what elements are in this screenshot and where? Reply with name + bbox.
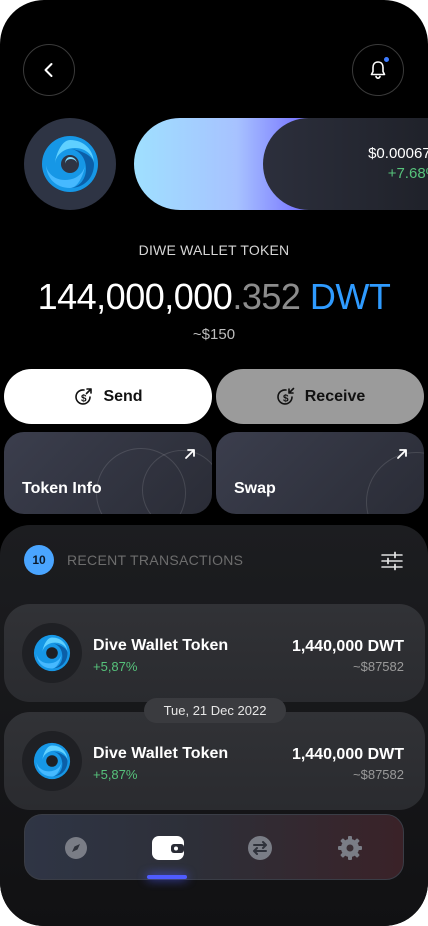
compass-icon: [65, 837, 87, 859]
balance-fiat-value: ~$150: [192, 326, 236, 343]
receive-label: Receive: [304, 387, 366, 405]
date-chip: Tue, 21 Dec 2022: [144, 698, 286, 723]
swap-tile[interactable]: Swap: [216, 432, 424, 514]
arrow-up-right-icon: [185, 449, 195, 459]
tab-swap[interactable]: [243, 831, 277, 865]
token-price-change: +7.68%: [387, 165, 428, 182]
transaction-amount: 1,440,000 DWT: [291, 638, 404, 655]
svg-text:$: $: [283, 393, 289, 404]
price-pill-inner: $0.000674 +7.68%: [263, 118, 428, 210]
token-price: $0.000674: [368, 145, 428, 162]
svg-text:$: $: [81, 393, 87, 404]
tab-settings[interactable]: [333, 831, 367, 865]
filter-sliders-icon[interactable]: [380, 550, 404, 572]
balance-decimal: .352: [232, 276, 301, 317]
transaction-name: Dive Wallet Token: [93, 637, 229, 654]
arrow-up-right-icon: [397, 449, 407, 459]
transaction-token-logo: [22, 731, 82, 791]
phone-screen: $0.000674 +7.68% DIWE WALLET TOKEN 144,0…: [0, 0, 428, 926]
send-coin-icon: $: [75, 387, 93, 405]
transaction-change: +5,87%: [93, 659, 138, 674]
price-pill: $0.000674 +7.68%: [134, 118, 428, 210]
receive-button[interactable]: $ Receive: [216, 369, 424, 424]
wallet-icon: [152, 836, 184, 860]
transactions-count-badge: 10: [24, 545, 54, 575]
token-info-tile[interactable]: Token Info: [4, 432, 212, 514]
swap-label: Swap: [234, 480, 276, 497]
tab-explore[interactable]: [59, 831, 93, 865]
send-button[interactable]: $ Send: [4, 369, 212, 424]
transaction-row[interactable]: Dive Wallet Token +5,87% 1,440,000 DWT ~…: [4, 712, 425, 810]
token-logo: [24, 118, 116, 210]
balance-symbol: DWT: [309, 276, 391, 317]
tab-bar: [24, 814, 404, 880]
back-button[interactable]: [23, 44, 75, 96]
transactions-title: RECENT TRANSACTIONS: [67, 552, 244, 568]
swirl-logo-icon: [42, 136, 98, 192]
chevron-left-icon: [44, 63, 53, 77]
transaction-token-logo: [22, 623, 82, 683]
token-name: DIWE WALLET TOKEN: [138, 242, 290, 258]
transaction-name: Dive Wallet Token: [93, 745, 229, 762]
transaction-amount: 1,440,000 DWT: [291, 746, 404, 763]
swirl-logo-icon: [33, 742, 71, 780]
tab-wallet[interactable]: [151, 831, 185, 865]
receive-coin-icon: $: [276, 387, 295, 405]
send-label: Send: [103, 387, 143, 405]
token-info-label: Token Info: [22, 480, 102, 497]
balance-integer: 144,000,000: [37, 276, 233, 317]
notifications-button[interactable]: [352, 44, 404, 96]
transaction-change: +5,87%: [93, 767, 138, 782]
gear-icon: [338, 836, 362, 860]
active-tab-indicator: [147, 875, 187, 879]
notification-dot: [383, 56, 390, 63]
transaction-fiat: ~$87582: [353, 659, 404, 674]
transaction-row[interactable]: Dive Wallet Token +5,87% 1,440,000 DWT ~…: [4, 604, 425, 702]
swirl-logo-icon: [33, 634, 71, 672]
swap-arrows-icon: [248, 836, 272, 860]
transaction-fiat: ~$87582: [353, 767, 404, 782]
token-balance: 144,000,000.352 DWT: [0, 276, 428, 318]
